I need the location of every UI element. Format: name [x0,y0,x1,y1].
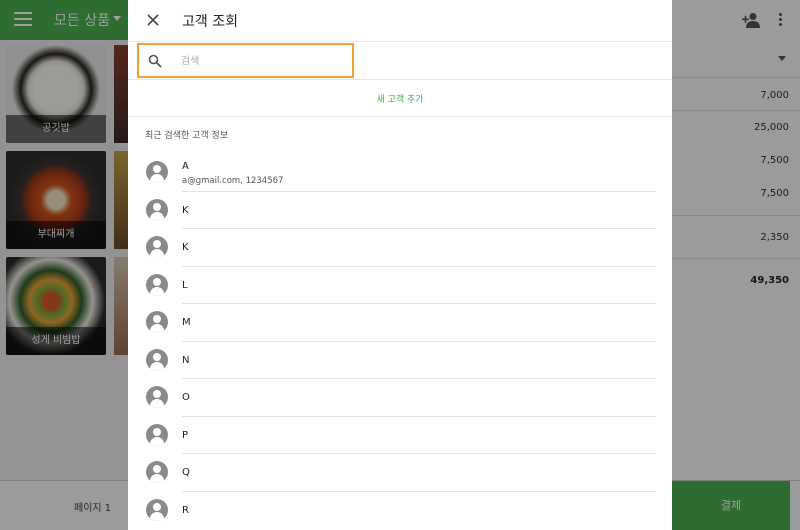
customer-name: R [182,504,189,516]
account-circle-icon [146,423,168,446]
account-circle-icon [146,386,168,408]
customer-list-item[interactable]: Q [128,454,672,492]
customer-name: Q [182,467,190,478]
customer-list-item[interactable]: O [128,379,672,417]
close-icon[interactable] [146,13,160,27]
customer-contact: a@gmail.com, 1234567 [182,176,284,186]
dialog-header: 고객 조회 [128,0,672,42]
customer-list-item[interactable]: A a@gmail.com, 1234567 [128,154,672,192]
customer-list-item[interactable]: R [128,492,672,530]
customer-name: L [182,279,188,291]
customer-name: P [182,429,189,441]
account-circle-icon [146,311,168,333]
account-circle-icon [146,273,168,296]
account-circle-icon [146,498,168,521]
customer-list-item[interactable]: N [128,342,672,379]
search-row [128,42,672,80]
customer-name: O [182,392,190,403]
customer-lookup-dialog: 고객 조회 새 고객 추가 최근 검색한 고객 정보 A a@gmail.com… [128,0,672,530]
customer-list-item[interactable]: M [128,304,672,342]
add-new-customer-link[interactable]: 새 고객 추가 [128,92,672,105]
account-circle-icon [146,348,168,371]
dialog-title: 고객 조회 [182,14,238,30]
customer-name: N [182,354,190,366]
customer-list-item[interactable]: P [128,417,672,454]
account-circle-icon [146,161,168,183]
new-customer-row: 새 고객 추가 [128,80,672,117]
customer-name: K [182,204,189,216]
customer-list-item[interactable]: K [128,192,672,229]
account-circle-icon [146,461,168,483]
account-circle-icon [146,198,168,221]
customer-name: A [182,161,189,172]
customer-name: K [182,242,189,253]
search-box[interactable] [137,43,354,78]
customer-list-item[interactable]: K [128,229,672,267]
account-circle-icon [146,236,168,258]
customer-name: M [182,317,191,328]
customer-list-item[interactable]: L [128,267,672,304]
search-input[interactable] [181,51,341,71]
recent-customers-heading: 최근 검색한 고객 정보 [145,131,229,141]
search-icon [148,54,162,68]
